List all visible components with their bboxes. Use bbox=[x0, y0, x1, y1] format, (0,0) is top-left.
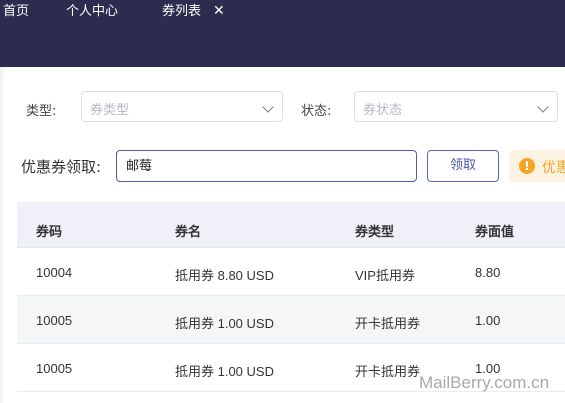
coupon-code-input[interactable]: 邮莓 bbox=[116, 150, 417, 182]
table-row[interactable]: 10005 抵用券 1.00 USD 开卡抵用券 1.00 bbox=[17, 296, 565, 344]
cell-name: 抵用券 8.80 USD bbox=[175, 268, 274, 283]
table-header: 券码 券名 券类型 券面值 bbox=[17, 202, 565, 248]
table-row[interactable]: 10004 抵用券 8.80 USD VIP抵用券 8.80 bbox=[17, 248, 565, 296]
cell-type: VIP抵用券 bbox=[355, 268, 415, 283]
chevron-down-icon bbox=[537, 101, 549, 113]
cell-name: 抵用券 1.00 USD bbox=[175, 316, 274, 331]
notice-banner: ! 优惠 bbox=[509, 150, 565, 182]
warning-icon: ! bbox=[519, 158, 535, 174]
header-coupon-type: 券类型 bbox=[355, 225, 395, 240]
coupon-status-placeholder: 券状态 bbox=[363, 103, 403, 118]
cell-code: 10004 bbox=[36, 265, 73, 280]
header-coupon-name: 券名 bbox=[175, 225, 202, 240]
chevron-down-icon bbox=[262, 101, 274, 113]
coupon-type-placeholder: 券类型 bbox=[90, 103, 130, 118]
close-tab-icon[interactable]: ✕ bbox=[213, 3, 225, 19]
coupon-status-select[interactable]: 券状态 bbox=[354, 91, 558, 122]
tab-home[interactable]: 首页 bbox=[3, 4, 29, 20]
cell-code: 10005 bbox=[36, 361, 73, 376]
coupon-type-select[interactable]: 券类型 bbox=[81, 91, 283, 122]
header-coupon-value: 券面值 bbox=[475, 225, 515, 240]
top-nav-bar: 首页 个人中心 券列表 ✕ bbox=[0, 0, 565, 67]
tab-coupon-list[interactable]: 券列表 bbox=[162, 4, 201, 20]
cell-type: 开卡抵用券 bbox=[355, 316, 421, 331]
tab-personal-center[interactable]: 个人中心 bbox=[66, 4, 118, 20]
coupon-claim-label: 优惠券领取: bbox=[21, 158, 102, 176]
cell-code: 10005 bbox=[36, 313, 73, 328]
cell-name: 抵用券 1.00 USD bbox=[175, 364, 274, 379]
watermark: MailBerry.com.cn bbox=[419, 373, 550, 392]
cell-value: 8.80 bbox=[475, 265, 501, 280]
header-coupon-code: 券码 bbox=[36, 225, 63, 240]
cell-value: 1.00 bbox=[475, 313, 501, 328]
notice-text: 优惠 bbox=[542, 160, 565, 176]
type-filter-label: 类型: bbox=[26, 104, 57, 119]
cell-type: 开卡抵用券 bbox=[355, 364, 421, 379]
claim-button[interactable]: 领取 bbox=[427, 150, 499, 182]
coupon-table: 券码 券名 券类型 券面值 10004 抵用券 8.80 USD VIP抵用券 … bbox=[17, 202, 565, 392]
status-filter-label: 状态: bbox=[301, 104, 332, 119]
